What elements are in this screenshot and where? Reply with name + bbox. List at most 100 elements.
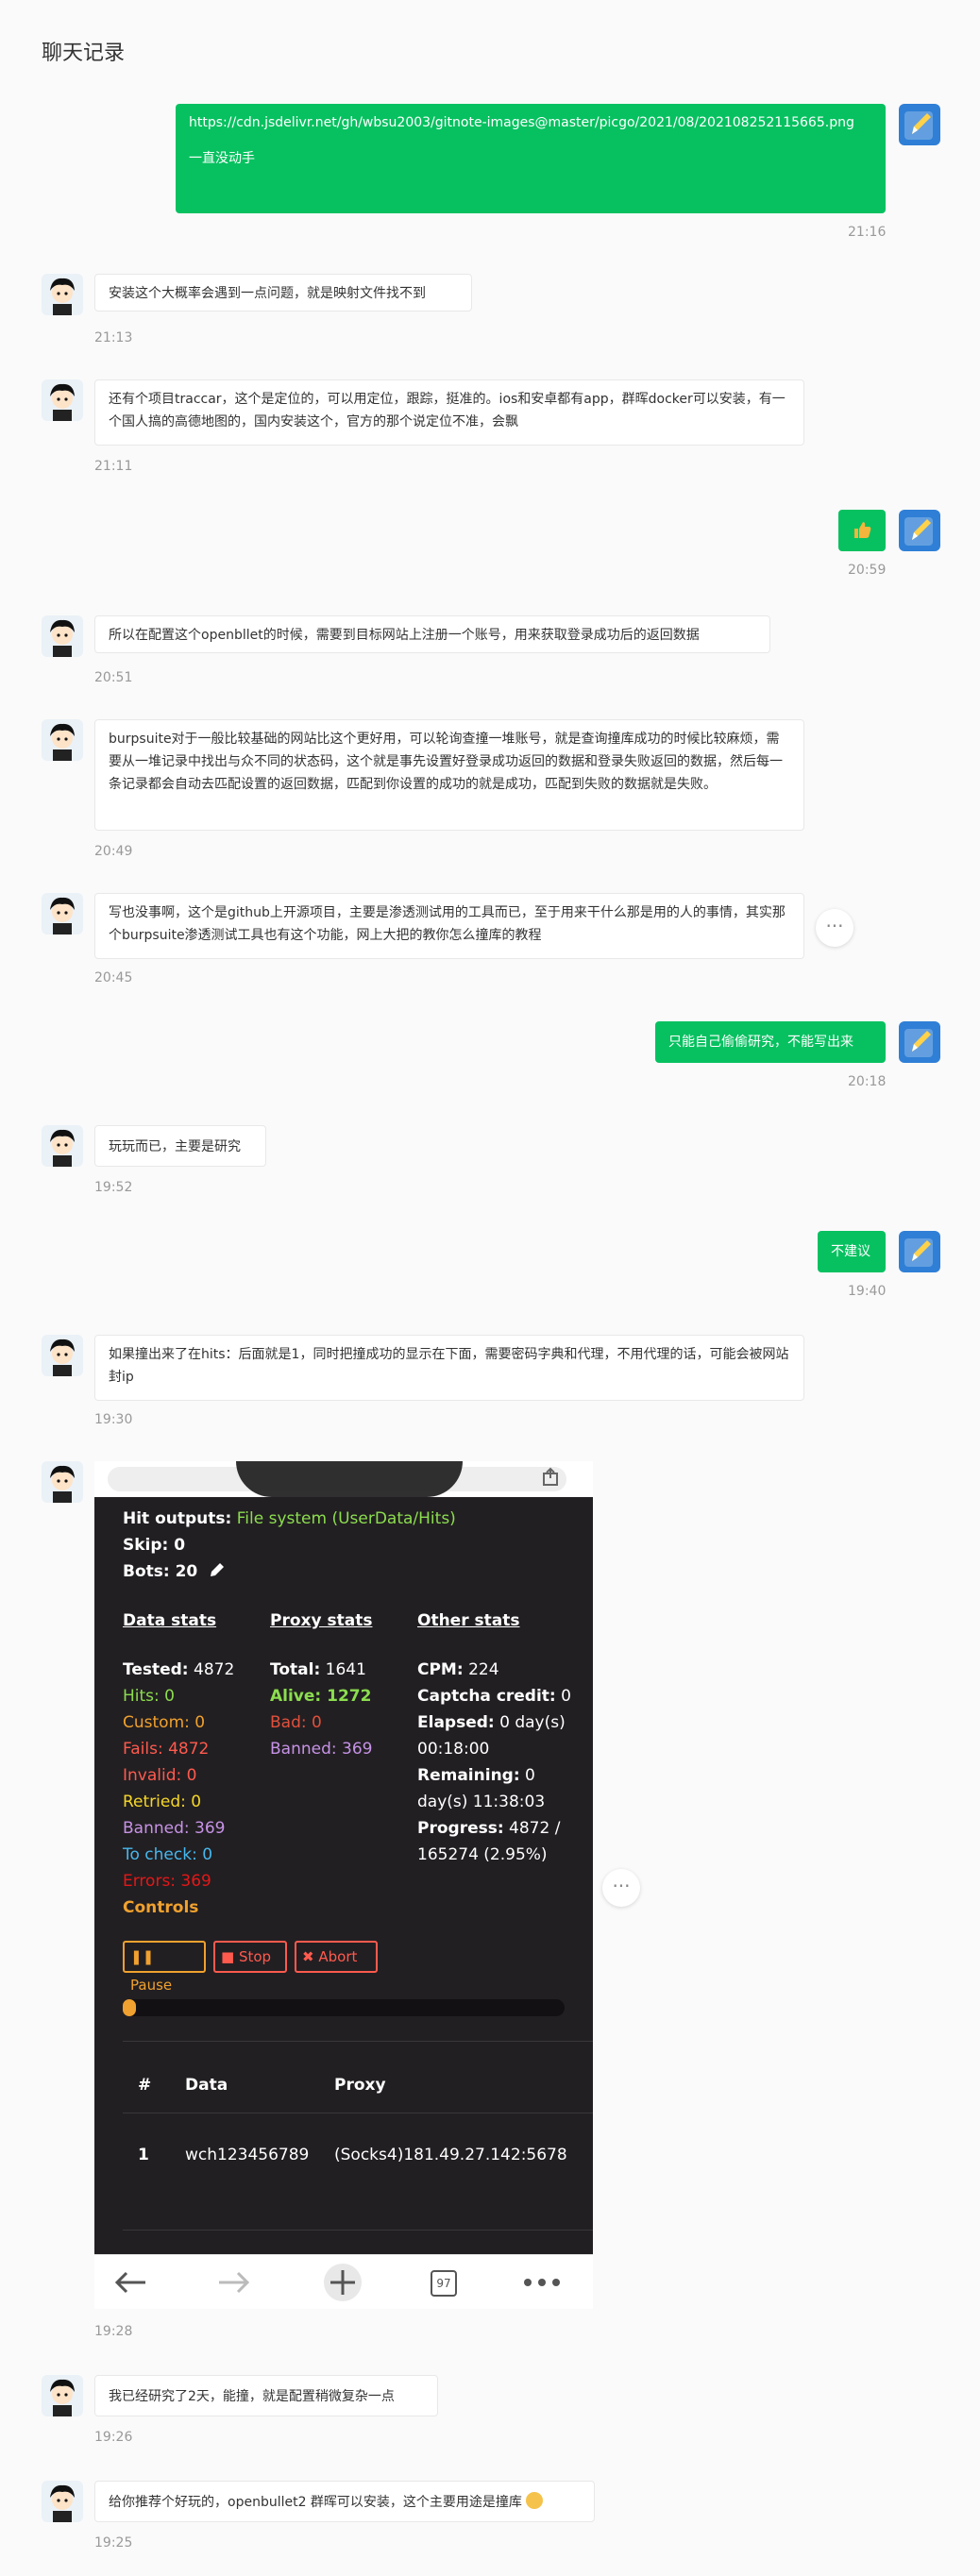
message-time: 19:40 — [848, 1284, 887, 1299]
avatar[interactable] — [42, 379, 83, 421]
table-header-data: Data — [185, 2076, 228, 2095]
retried-stat: Retried: 0 — [123, 1793, 202, 1811]
to-check-stat: To check: 0 — [123, 1845, 213, 1864]
abort-button[interactable]: ✖ Abort — [295, 1941, 378, 1973]
message-bubble[interactable]: 给你推荐个好玩的，openbullet2 群晖可以安装，这个主要用途是撞库 — [94, 2481, 595, 2522]
message-time: 20:49 — [94, 844, 133, 859]
boy-avatar-icon — [50, 2379, 75, 2416]
captcha-stat: Captcha credit: 0 — [417, 1686, 571, 1707]
avatar[interactable] — [42, 719, 83, 761]
avatar[interactable] — [899, 1021, 940, 1063]
progress-bar — [123, 1999, 565, 2016]
alive-stat: Alive: 1272 — [270, 1687, 372, 1706]
message-bubble[interactable]: burpsuite对于一般比较基础的网站比这个更好用，可以轮询查撞一堆账号，就是… — [94, 719, 804, 831]
elapsed-value-2: 00:18:00 — [417, 1740, 490, 1759]
table-header-index: # — [138, 2076, 152, 2095]
message-time: 20:45 — [94, 970, 133, 985]
captcha-label: Captcha credit: — [417, 1687, 556, 1706]
boy-avatar-icon — [50, 619, 75, 657]
message-bubble[interactable]: 写也没事啊，这个是github上开源项目，主要是渗透测试用的工具而已，至于用来干… — [94, 893, 804, 959]
edit-pencil-icon[interactable] — [209, 1561, 226, 1578]
boy-avatar-icon — [50, 897, 75, 934]
message-bubble[interactable]: 所以在配置这个openbllet的时候，需要到目标网站上注册一个账号，用来获取登… — [94, 615, 770, 653]
avatar[interactable] — [42, 1125, 83, 1167]
menu-dots-icon[interactable] — [523, 2278, 561, 2287]
avatar[interactable] — [899, 510, 940, 551]
controls-label: Controls — [123, 1898, 199, 1917]
cpm-label: CPM: — [417, 1660, 464, 1679]
back-arrow-icon[interactable] — [113, 2268, 147, 2297]
boy-avatar-icon — [50, 1339, 75, 1376]
message-time: 21:11 — [94, 459, 133, 474]
message-time: 20:18 — [848, 1074, 887, 1089]
more-options-button[interactable]: ··· — [602, 1869, 640, 1907]
other-stats-title: Other stats — [417, 1611, 520, 1630]
avatar[interactable] — [899, 1231, 940, 1272]
message-time: 21:16 — [848, 225, 887, 240]
message-time: 19:26 — [94, 2430, 133, 2445]
tested-label: Tested: — [123, 1660, 189, 1679]
errors-stat: Errors: 369 — [123, 1872, 211, 1891]
message-bubble[interactable]: 只能自己偷偷研究，不能写出来 — [655, 1021, 886, 1063]
stop-button[interactable]: ■ Stop — [213, 1941, 287, 1973]
message-bubble[interactable]: 玩玩而已，主要是研究 — [94, 1125, 266, 1167]
message-time: 21:13 — [94, 330, 133, 345]
proxy-banned-stat: Banned: 369 — [270, 1740, 373, 1759]
share-icon — [543, 1467, 558, 1486]
elapsed-value: 0 day(s) — [499, 1713, 566, 1732]
message-bubble[interactable]: 安装这个大概率会遇到一点问题，就是映射文件找不到 — [94, 274, 472, 311]
message-time: 20:51 — [94, 670, 133, 685]
avatar[interactable] — [42, 2481, 83, 2522]
progress-stat: Progress: 4872 / — [417, 1818, 560, 1839]
message-bubble[interactable]: 还有个项目traccar，这个是定位的，可以用定位，跟踪，挺准的。ios和安卓都… — [94, 379, 804, 446]
pause-icon: ❚❚ — [130, 1948, 155, 1965]
screenshot-image[interactable]: Hit outputs: File system (UserData/Hits)… — [94, 1461, 593, 2309]
skip-text: Skip: 0 — [123, 1536, 186, 1555]
avatar[interactable] — [899, 104, 940, 145]
table-cell-proxy: (Socks4)181.49.27.142:5678 — [334, 2146, 567, 2164]
avatar[interactable] — [42, 274, 83, 315]
tested-stat: Tested: 4872 — [123, 1659, 234, 1680]
skip-stat: Skip: 0 — [123, 1535, 185, 1556]
total-value: 1641 — [325, 1660, 366, 1679]
message-time: 19:28 — [94, 2324, 133, 2339]
boy-avatar-icon — [50, 723, 75, 761]
remaining-label: Remaining: — [417, 1766, 520, 1785]
avatar[interactable] — [42, 615, 83, 657]
boy-avatar-icon — [50, 1465, 75, 1503]
hits-stat: Hits: 0 — [123, 1687, 175, 1706]
thumbs-up-icon — [854, 522, 871, 538]
progress-value-2: 165274 (2.95%) — [417, 1845, 548, 1864]
redacted-area — [236, 1461, 463, 1497]
fails-stat: Fails: 4872 — [123, 1740, 210, 1759]
table-header-proxy: Proxy — [334, 2076, 386, 2095]
remaining-value-2: day(s) 11:38:03 — [417, 1793, 546, 1811]
message-bubble[interactable]: 如果撞出来了在hits：后面就是1，同时把撞成功的显示在下面，需要密码字典和代理… — [94, 1335, 804, 1401]
message-bubble[interactable]: 我已经研究了2天，能撞，就是配置稍微复杂一点 — [94, 2375, 438, 2416]
boy-avatar-icon — [50, 2484, 75, 2522]
pen-avatar-icon — [904, 1029, 933, 1057]
boy-avatar-icon — [50, 1129, 75, 1167]
tab-count-button[interactable]: 97 — [431, 2270, 457, 2297]
avatar[interactable] — [42, 1461, 83, 1503]
avatar[interactable] — [42, 2375, 83, 2416]
avatar[interactable] — [42, 1335, 83, 1376]
data-stats-title: Data stats — [123, 1611, 217, 1630]
table-divider — [123, 2230, 593, 2231]
message-time: 19:25 — [94, 2535, 133, 2551]
more-options-button[interactable]: ··· — [816, 909, 853, 947]
pause-button[interactable]: ❚❚ Pause — [123, 1941, 206, 1994]
message-bubble[interactable]: https://cdn.jsdelivr.net/gh/wbsu2003/git… — [176, 104, 886, 213]
message-bubble[interactable]: 不建议 — [818, 1231, 886, 1272]
elapsed-stat: Elapsed: 0 day(s) — [417, 1712, 566, 1733]
total-stat: Total: 1641 — [270, 1659, 366, 1680]
avatar[interactable] — [42, 893, 83, 934]
message-bubble[interactable] — [838, 510, 886, 551]
forward-arrow-icon[interactable] — [217, 2268, 251, 2297]
message-link[interactable]: https://cdn.jsdelivr.net/gh/wbsu2003/git… — [189, 111, 872, 134]
pen-avatar-icon — [904, 517, 933, 546]
new-tab-icon[interactable] — [323, 2263, 363, 2302]
table-cell-data: wch123456789 — [185, 2146, 310, 2164]
message-time: 19:52 — [94, 1180, 133, 1195]
table-divider — [123, 2041, 593, 2042]
